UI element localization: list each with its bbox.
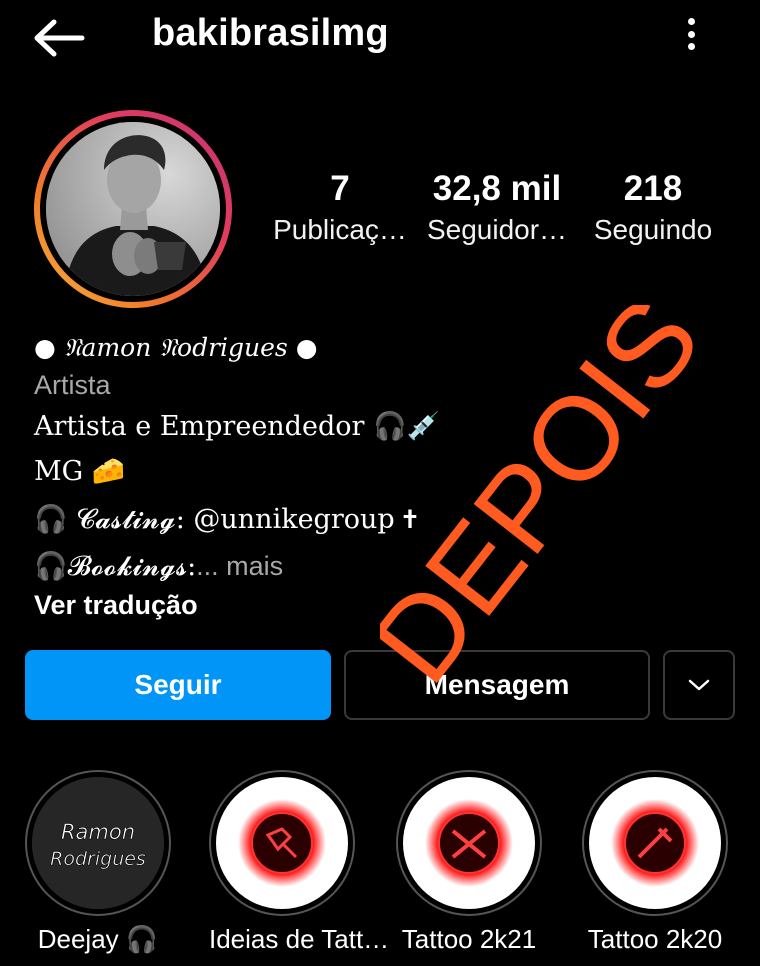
depois-stamp: DEPOIS [380, 305, 726, 685]
profile-avatar[interactable] [34, 110, 232, 308]
stat-posts[interactable]: 7 Publicaç… [272, 168, 408, 250]
highlight-tattoo-2k20[interactable]: Tattoo 2k20 [582, 770, 728, 955]
bio-category: Artista [34, 370, 111, 400]
highlight-label: Deejay 🎧 [37, 924, 159, 954]
bio-line-4: 🎧𝓑𝓸𝓸𝓴𝓲𝓷𝓰𝓼:... mais [34, 550, 283, 583]
following-label: Seguindo [593, 214, 713, 245]
posts-label: Publicaç… [273, 214, 407, 245]
highlight-cover [589, 777, 721, 909]
followers-label: Seguidor… [426, 214, 568, 245]
top-bar: bakibrasilmg [0, 0, 760, 75]
bio-line-3: 🎧 𝓒𝓪𝓼𝓽𝓲𝓷𝓰: @unnikegroup 🕇 [34, 504, 417, 535]
highlight-ideias-tattoo[interactable]: Ideias de Tatt… [209, 770, 390, 955]
depois-stamp-text: DEPOIS [380, 305, 726, 685]
bio-display-name: ● 𝔑amon 𝔑odrigues ● [34, 333, 318, 362]
highlight-cover [216, 777, 348, 909]
see-translation-link[interactable]: Ver tradução [34, 590, 198, 621]
highlight-cover: Ramon Rodrigues [32, 777, 164, 909]
highlight-deejay[interactable]: Ramon Rodrigues Deejay 🎧 [25, 770, 171, 955]
highlight-cover-text-2: Rodrigues [50, 848, 146, 870]
posts-count: 7 [330, 169, 350, 208]
highlight-cover-text-1: Ramon [61, 820, 135, 844]
highlight-label: Ideias de Tatt… [209, 924, 390, 954]
follow-button[interactable]: Seguir [25, 650, 331, 720]
following-count: 218 [623, 169, 683, 208]
profile-username: bakibrasilmg [152, 12, 389, 54]
bio-line-2: MG 🧀 [34, 456, 126, 487]
highlight-tattoo-2k21[interactable]: Tattoo 2k21 [396, 770, 542, 955]
highlight-label: Tattoo 2k21 [401, 924, 537, 954]
stat-following[interactable]: 218 Seguindo [588, 168, 718, 250]
followers-count: 32,8 mil [432, 169, 562, 208]
bio-bookings-text: 🎧𝓑𝓸𝓸𝓴𝓲𝓷𝓰𝓼: [34, 551, 197, 582]
bio-more-link[interactable]: ... mais [196, 551, 283, 581]
avatar-photo [46, 122, 220, 296]
arrow-left-icon[interactable] [30, 16, 86, 60]
stat-followers[interactable]: 32,8 mil Seguidor… [426, 168, 568, 250]
more-vertical-icon[interactable] [676, 14, 706, 54]
highlight-label: Tattoo 2k20 [587, 924, 723, 954]
highlight-cover [403, 777, 535, 909]
